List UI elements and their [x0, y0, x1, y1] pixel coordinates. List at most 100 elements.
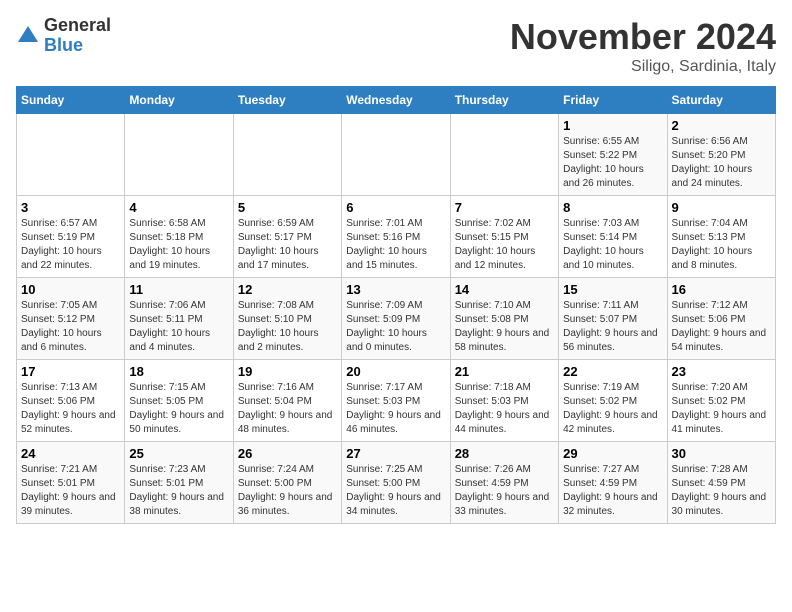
weekday-header: Thursday [450, 87, 558, 114]
day-detail: Sunrise: 6:55 AM Sunset: 5:22 PM Dayligh… [563, 135, 662, 191]
day-number: 13 [346, 282, 445, 297]
day-detail: Sunrise: 7:08 AM Sunset: 5:10 PM Dayligh… [238, 299, 337, 355]
day-number: 20 [346, 364, 445, 379]
calendar-cell [450, 114, 558, 196]
logo-text: General Blue [44, 16, 111, 56]
day-detail: Sunrise: 7:05 AM Sunset: 5:12 PM Dayligh… [21, 299, 120, 355]
calendar-cell: 18 Sunrise: 7:15 AM Sunset: 5:05 PM Dayli… [125, 360, 233, 442]
day-number: 8 [563, 200, 662, 215]
day-detail: Sunrise: 6:59 AM Sunset: 5:17 PM Dayligh… [238, 217, 337, 273]
day-detail: Sunrise: 6:58 AM Sunset: 5:18 PM Dayligh… [129, 217, 228, 273]
calendar-cell [342, 114, 450, 196]
day-detail: Sunrise: 7:04 AM Sunset: 5:13 PM Dayligh… [672, 217, 771, 273]
day-detail: Sunrise: 7:18 AM Sunset: 5:03 PM Dayligh… [455, 381, 554, 437]
day-detail: Sunrise: 7:11 AM Sunset: 5:07 PM Dayligh… [563, 299, 662, 355]
calendar-cell: 12 Sunrise: 7:08 AM Sunset: 5:10 PM Dayli… [233, 278, 341, 360]
day-number: 16 [672, 282, 771, 297]
calendar-week-row: 24 Sunrise: 7:21 AM Sunset: 5:01 PM Dayli… [17, 442, 776, 524]
calendar-cell: 16 Sunrise: 7:12 AM Sunset: 5:06 PM Dayli… [667, 278, 775, 360]
calendar-week-row: 1 Sunrise: 6:55 AM Sunset: 5:22 PM Daylig… [17, 114, 776, 196]
calendar-cell: 24 Sunrise: 7:21 AM Sunset: 5:01 PM Dayli… [17, 442, 125, 524]
day-number: 15 [563, 282, 662, 297]
day-number: 1 [563, 118, 662, 133]
day-number: 5 [238, 200, 337, 215]
calendar-cell: 17 Sunrise: 7:13 AM Sunset: 5:06 PM Dayli… [17, 360, 125, 442]
day-detail: Sunrise: 7:27 AM Sunset: 4:59 PM Dayligh… [563, 463, 662, 519]
day-number: 19 [238, 364, 337, 379]
location-title: Siligo, Sardinia, Italy [510, 58, 776, 76]
day-detail: Sunrise: 6:57 AM Sunset: 5:19 PM Dayligh… [21, 217, 120, 273]
day-detail: Sunrise: 7:12 AM Sunset: 5:06 PM Dayligh… [672, 299, 771, 355]
calendar-body: 1 Sunrise: 6:55 AM Sunset: 5:22 PM Daylig… [17, 114, 776, 524]
weekday-header: Friday [559, 87, 667, 114]
calendar-cell: 3 Sunrise: 6:57 AM Sunset: 5:19 PM Daylig… [17, 196, 125, 278]
calendar-cell: 9Sunrise: 7:04 AM Sunset: 5:13 PM Daylig… [667, 196, 775, 278]
month-title: November 2024 [510, 16, 776, 58]
day-detail: Sunrise: 7:09 AM Sunset: 5:09 PM Dayligh… [346, 299, 445, 355]
calendar-cell: 27Sunrise: 7:25 AM Sunset: 5:00 PM Dayli… [342, 442, 450, 524]
calendar-cell: 26Sunrise: 7:24 AM Sunset: 5:00 PM Dayli… [233, 442, 341, 524]
day-detail: Sunrise: 7:13 AM Sunset: 5:06 PM Dayligh… [21, 381, 120, 437]
day-detail: Sunrise: 7:01 AM Sunset: 5:16 PM Dayligh… [346, 217, 445, 273]
day-detail: Sunrise: 6:56 AM Sunset: 5:20 PM Dayligh… [672, 135, 771, 191]
calendar-cell: 14 Sunrise: 7:10 AM Sunset: 5:08 PM Dayli… [450, 278, 558, 360]
day-number: 11 [129, 282, 228, 297]
day-number: 17 [21, 364, 120, 379]
calendar-cell: 20 Sunrise: 7:17 AM Sunset: 5:03 PM Dayli… [342, 360, 450, 442]
day-number: 22 [563, 364, 662, 379]
calendar-cell: 2 Sunrise: 6:56 AM Sunset: 5:20 PM Daylig… [667, 114, 775, 196]
day-detail: Sunrise: 7:26 AM Sunset: 4:59 PM Dayligh… [455, 463, 554, 519]
calendar-cell [233, 114, 341, 196]
day-number: 12 [238, 282, 337, 297]
day-number: 18 [129, 364, 228, 379]
calendar-cell: 10 Sunrise: 7:05 AM Sunset: 5:12 PM Dayli… [17, 278, 125, 360]
day-number: 25 [129, 446, 228, 461]
calendar-cell: 30Sunrise: 7:28 AM Sunset: 4:59 PM Dayli… [667, 442, 775, 524]
day-number: 2 [672, 118, 771, 133]
calendar-cell: 11 Sunrise: 7:06 AM Sunset: 5:11 PM Dayli… [125, 278, 233, 360]
day-number: 30 [672, 446, 771, 461]
calendar-week-row: 17 Sunrise: 7:13 AM Sunset: 5:06 PM Dayli… [17, 360, 776, 442]
calendar-cell: 25 Sunrise: 7:23 AM Sunset: 5:01 PM Dayli… [125, 442, 233, 524]
calendar-cell: 5 Sunrise: 6:59 AM Sunset: 5:17 PM Daylig… [233, 196, 341, 278]
logo-icon [16, 24, 40, 48]
day-number: 24 [21, 446, 120, 461]
day-detail: Sunrise: 7:21 AM Sunset: 5:01 PM Dayligh… [21, 463, 120, 519]
calendar-cell: 6 Sunrise: 7:01 AM Sunset: 5:16 PM Daylig… [342, 196, 450, 278]
day-detail: Sunrise: 7:15 AM Sunset: 5:05 PM Dayligh… [129, 381, 228, 437]
day-detail: Sunrise: 7:06 AM Sunset: 5:11 PM Dayligh… [129, 299, 228, 355]
day-number: 4 [129, 200, 228, 215]
day-number: 3 [21, 200, 120, 215]
day-number: 14 [455, 282, 554, 297]
day-detail: Sunrise: 7:02 AM Sunset: 5:15 PM Dayligh… [455, 217, 554, 273]
day-detail: Sunrise: 7:23 AM Sunset: 5:01 PM Dayligh… [129, 463, 228, 519]
day-detail: Sunrise: 7:17 AM Sunset: 5:03 PM Dayligh… [346, 381, 445, 437]
calendar-cell: 13 Sunrise: 7:09 AM Sunset: 5:09 PM Dayli… [342, 278, 450, 360]
calendar-week-row: 3 Sunrise: 6:57 AM Sunset: 5:19 PM Daylig… [17, 196, 776, 278]
day-number: 29 [563, 446, 662, 461]
calendar-cell: 7 Sunrise: 7:02 AM Sunset: 5:15 PM Daylig… [450, 196, 558, 278]
day-number: 23 [672, 364, 771, 379]
weekday-header: Sunday [17, 87, 125, 114]
day-number: 21 [455, 364, 554, 379]
calendar-cell: 28Sunrise: 7:26 AM Sunset: 4:59 PM Dayli… [450, 442, 558, 524]
day-number: 7 [455, 200, 554, 215]
calendar-header-row: SundayMondayTuesdayWednesdayThursdayFrid… [17, 87, 776, 114]
calendar-cell: 15 Sunrise: 7:11 AM Sunset: 5:07 PM Dayli… [559, 278, 667, 360]
calendar-cell: 1 Sunrise: 6:55 AM Sunset: 5:22 PM Daylig… [559, 114, 667, 196]
day-number: 10 [21, 282, 120, 297]
calendar-cell: 4 Sunrise: 6:58 AM Sunset: 5:18 PM Daylig… [125, 196, 233, 278]
day-number: 6 [346, 200, 445, 215]
calendar-cell [17, 114, 125, 196]
logo-blue: Blue [44, 36, 111, 56]
calendar-cell: 29 Sunrise: 7:27 AM Sunset: 4:59 PM Dayli… [559, 442, 667, 524]
calendar-cell: 22Sunrise: 7:19 AM Sunset: 5:02 PM Dayli… [559, 360, 667, 442]
weekday-header: Monday [125, 87, 233, 114]
day-detail: Sunrise: 7:24 AM Sunset: 5:00 PM Dayligh… [238, 463, 337, 519]
day-detail: Sunrise: 7:10 AM Sunset: 5:08 PM Dayligh… [455, 299, 554, 355]
calendar-cell: 8 Sunrise: 7:03 AM Sunset: 5:14 PM Daylig… [559, 196, 667, 278]
calendar-week-row: 10 Sunrise: 7:05 AM Sunset: 5:12 PM Dayli… [17, 278, 776, 360]
logo: General Blue [16, 16, 111, 56]
calendar-cell [125, 114, 233, 196]
day-detail: Sunrise: 7:03 AM Sunset: 5:14 PM Dayligh… [563, 217, 662, 273]
